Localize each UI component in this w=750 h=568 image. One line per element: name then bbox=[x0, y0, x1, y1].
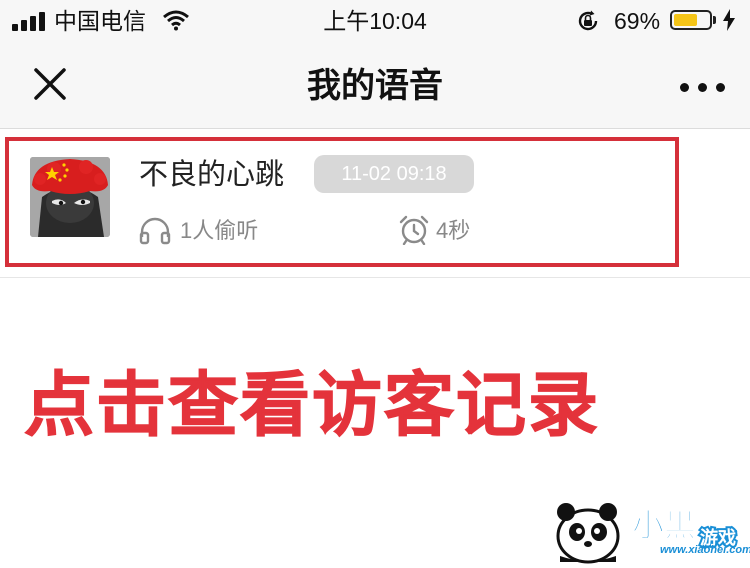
battery-fill bbox=[674, 14, 698, 26]
battery-cap bbox=[713, 16, 716, 24]
avatar[interactable] bbox=[30, 157, 110, 237]
voice-title: 不良的心跳 bbox=[139, 159, 285, 191]
headphone-icon bbox=[139, 217, 171, 245]
charging-bolt-icon bbox=[723, 9, 735, 31]
listener-count: 1人偷听 bbox=[180, 218, 259, 243]
voice-duration: 4秒 bbox=[436, 218, 471, 243]
more-button[interactable] bbox=[672, 68, 732, 104]
battery-percentage: 69% bbox=[614, 8, 661, 34]
svg-text:小黑: 小黑 bbox=[632, 507, 696, 543]
overlay-caption: 点击查看访客记录 bbox=[24, 366, 600, 445]
status-bar: 中国电信 上午10:04 69% bbox=[0, 0, 750, 44]
nav-bar: 我的语音 bbox=[0, 44, 750, 129]
watermark-url: www.xiaohei.com bbox=[660, 544, 750, 556]
timestamp-badge: 11-02 09:18 bbox=[314, 155, 474, 193]
alarm-clock-icon bbox=[399, 215, 429, 245]
avatar-image bbox=[30, 157, 110, 237]
battery-icon bbox=[670, 10, 712, 30]
rotation-lock-icon bbox=[578, 10, 598, 31]
page-title: 我的语音 bbox=[307, 67, 443, 105]
